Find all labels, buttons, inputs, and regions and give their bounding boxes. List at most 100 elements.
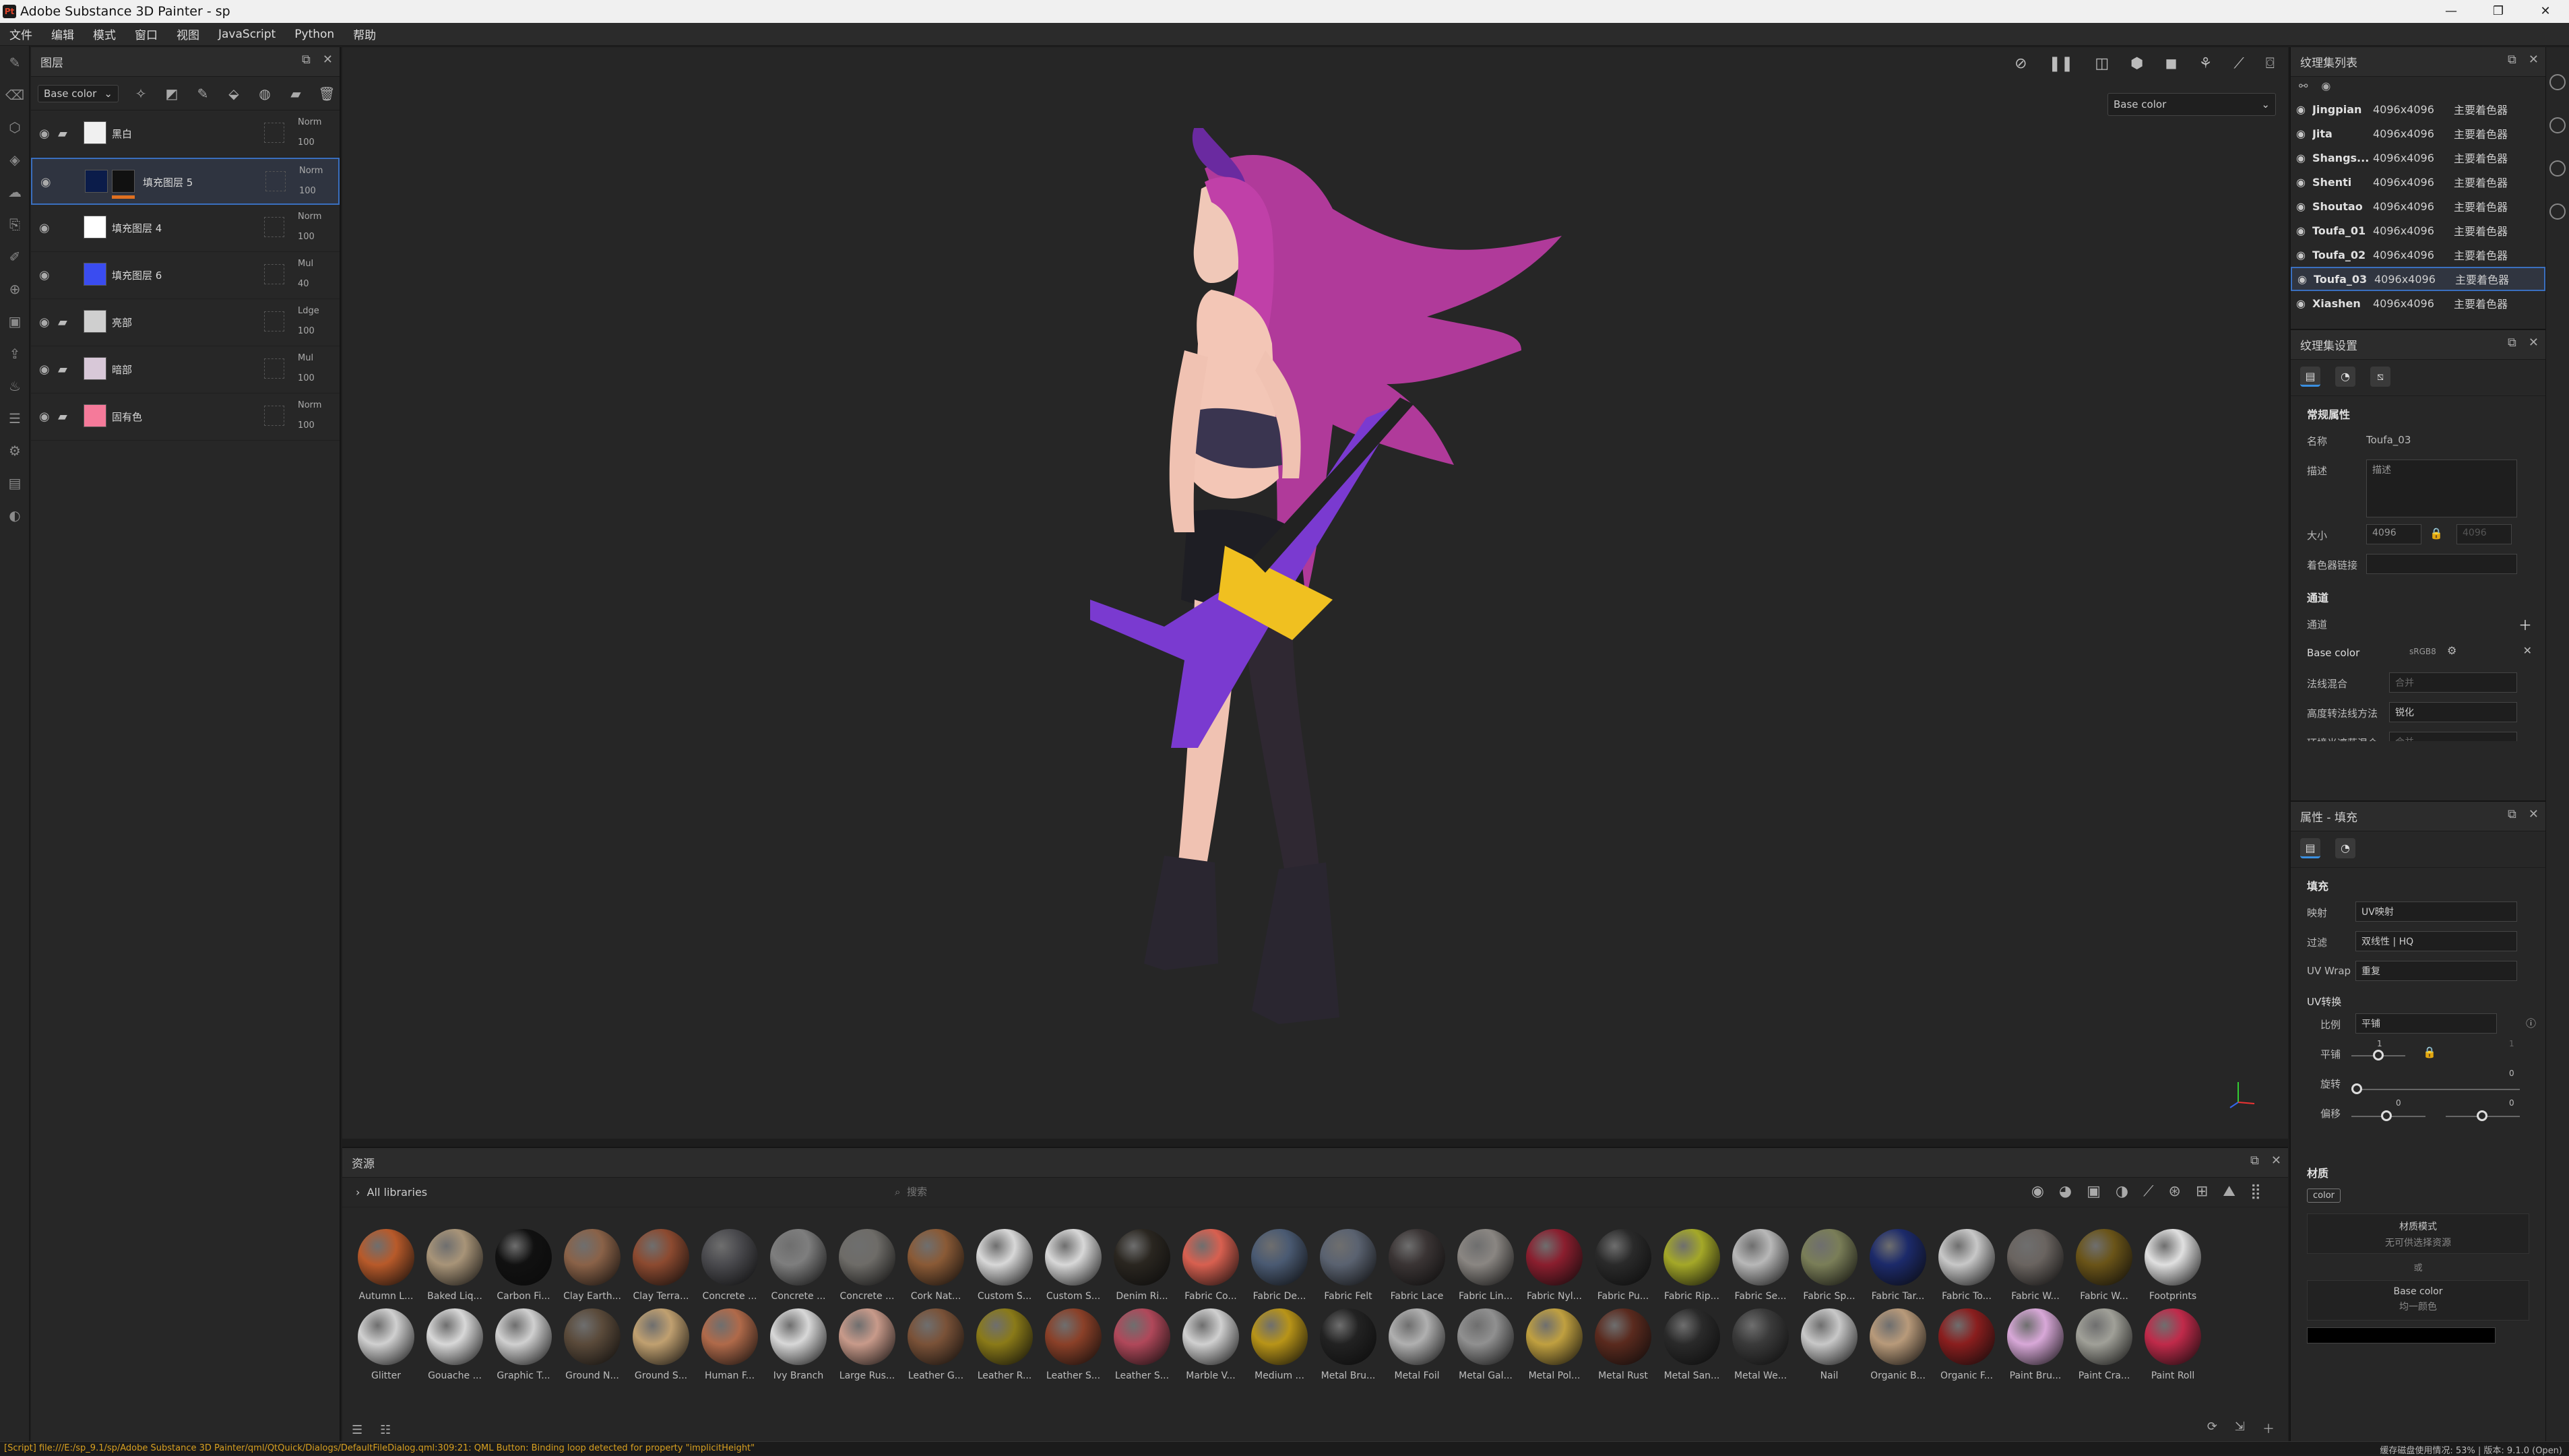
base-color-box[interactable]: Base color 均一颜色 bbox=[2307, 1280, 2529, 1321]
eye-icon[interactable]: ◉ bbox=[39, 315, 50, 329]
eye-icon[interactable]: ◉ bbox=[2296, 152, 2306, 164]
size-select[interactable]: 4096 bbox=[2366, 524, 2421, 544]
material-thumbnail[interactable]: Fabric Pu... bbox=[1589, 1229, 1657, 1302]
geometry-mask-icon[interactable]: ◈ bbox=[5, 150, 25, 170]
material-thumbnail[interactable]: Medium ... bbox=[1245, 1308, 1314, 1381]
eye-icon[interactable]: ◉ bbox=[2321, 80, 2330, 94]
material-thumbnail[interactable]: Fabric Co... bbox=[1176, 1229, 1245, 1302]
hide-icon[interactable]: ⊘ bbox=[2015, 55, 2027, 72]
material-thumbnail[interactable]: Fabric Nyl... bbox=[1520, 1229, 1589, 1302]
close-icon[interactable]: ✕ bbox=[2529, 336, 2539, 350]
settings-tab-uv[interactable]: ⧅ bbox=[2370, 367, 2390, 387]
environments-filter-icon[interactable]: ⛰ bbox=[2223, 1183, 2235, 1200]
textures-filter-icon[interactable]: ▣ bbox=[2087, 1183, 2101, 1200]
info-icon[interactable]: ⓘ bbox=[2526, 1016, 2536, 1030]
layer-mask-slot[interactable] bbox=[265, 171, 286, 191]
material-thumbnail[interactable]: Fabric Rip... bbox=[1657, 1229, 1726, 1302]
eye-icon[interactable]: ◉ bbox=[2296, 127, 2306, 140]
material-thumbnail[interactable]: Graphic T... bbox=[489, 1308, 558, 1381]
texture-set-row[interactable]: ◉ Shenti 4096x4096 主要着色器 bbox=[2291, 170, 2545, 194]
folder-icon[interactable]: ▰ bbox=[58, 315, 67, 329]
texture-set-shader[interactable]: 主要着色器 bbox=[2454, 295, 2508, 311]
menu-mode[interactable]: 模式 bbox=[84, 26, 125, 42]
texture-set-shader[interactable]: 主要着色器 bbox=[2454, 222, 2508, 239]
menu-window[interactable]: 窗口 bbox=[125, 26, 167, 42]
eye-icon[interactable]: ◉ bbox=[2297, 273, 2307, 286]
texture-set-shader[interactable]: 主要着色器 bbox=[2454, 125, 2508, 141]
layer-row[interactable]: ◉ ▰ 暗部 Mul 100 bbox=[31, 346, 340, 393]
material-thumbnail[interactable]: Metal We... bbox=[1726, 1308, 1795, 1381]
close-icon[interactable]: ✕ bbox=[323, 53, 333, 67]
material-thumbnail[interactable]: Concrete ... bbox=[833, 1229, 901, 1302]
add-mask-icon[interactable]: ◩ bbox=[163, 85, 181, 102]
add-icon[interactable]: ＋ bbox=[2262, 1420, 2275, 1437]
uvwrap-select[interactable]: 重复 bbox=[2355, 961, 2517, 981]
library-selector[interactable]: All libraries bbox=[367, 1186, 428, 1199]
viewport-3d[interactable]: ⊘ ❚❚ ◫ ⬢ ◼ ⚘ ⟋ ⌼ Base color ⌄ bbox=[342, 47, 2288, 1139]
color-tag[interactable]: color bbox=[2307, 1189, 2341, 1203]
eye-icon[interactable]: ◉ bbox=[2296, 200, 2306, 213]
material-thumbnail[interactable]: Paint Roll bbox=[2138, 1308, 2207, 1381]
import-icon[interactable]: ⇲ bbox=[2235, 1420, 2245, 1437]
brush-mode-icon[interactable]: ⟋ bbox=[2233, 55, 2244, 72]
eraser-icon[interactable]: ⌫ bbox=[5, 85, 25, 105]
brushes-filter-icon[interactable]: ⟋ bbox=[2143, 1183, 2153, 1200]
folder-icon[interactable]: ▰ bbox=[58, 410, 67, 424]
material-thumbnail[interactable]: Clay Earth... bbox=[558, 1229, 627, 1302]
shader-link-select[interactable] bbox=[2366, 554, 2517, 574]
float-icon[interactable]: ⧉ bbox=[2250, 1153, 2259, 1168]
export-icon[interactable]: ⇪ bbox=[5, 344, 25, 364]
float-icon[interactable]: ⧉ bbox=[2508, 807, 2516, 821]
view-2d-icon[interactable]: ◫ bbox=[2095, 55, 2109, 72]
grid-filter-icon[interactable]: ⊞ bbox=[2196, 1183, 2208, 1200]
material-thumbnail[interactable]: Fabric To... bbox=[1932, 1229, 2001, 1302]
rotate-slider[interactable] bbox=[2351, 1089, 2520, 1090]
shader-settings-icon[interactable]: ⚙ bbox=[5, 441, 25, 461]
material-thumbnail[interactable]: Fabric Felt bbox=[1314, 1229, 1383, 1302]
material-picker-icon[interactable]: ⊕ bbox=[5, 279, 25, 299]
display-icon[interactable] bbox=[2549, 203, 2566, 220]
material-thumbnail[interactable]: Metal Bru... bbox=[1314, 1308, 1383, 1381]
smudge-icon[interactable]: ☁ bbox=[5, 182, 25, 202]
material-thumbnail[interactable]: Concrete ... bbox=[695, 1229, 764, 1302]
folder-icon[interactable]: ▰ bbox=[58, 127, 67, 141]
layer-mask-slot[interactable] bbox=[264, 264, 284, 284]
layer-row[interactable]: ◉ 填充图层 4 Norm 100 bbox=[31, 205, 340, 252]
base-color-swatch[interactable] bbox=[2307, 1327, 2496, 1343]
material-thumbnail[interactable]: Fabric Tar... bbox=[1864, 1229, 1932, 1302]
camera-icon[interactable]: ◼ bbox=[2165, 55, 2177, 72]
layer-row[interactable]: ◉ ▰ 黑白 Norm 100 bbox=[31, 110, 340, 158]
opacity-value[interactable]: 40 bbox=[298, 279, 309, 289]
opacity-value[interactable]: 100 bbox=[298, 137, 315, 148]
view-3d-icon[interactable]: ⬢ bbox=[2130, 55, 2143, 72]
blend-mode-select[interactable]: Norm bbox=[298, 117, 321, 127]
smart-materials-filter-icon[interactable]: ◕ bbox=[2059, 1183, 2072, 1200]
rotate-slider-knob[interactable] bbox=[2351, 1083, 2362, 1094]
material-thumbnail[interactable]: Ivy Branch bbox=[764, 1308, 833, 1381]
material-thumbnail[interactable]: Large Rus... bbox=[833, 1308, 901, 1381]
material-thumbnail[interactable]: Carbon Fi... bbox=[489, 1229, 558, 1302]
chevron-right-icon[interactable]: › bbox=[356, 1186, 360, 1199]
material-thumbnail[interactable]: Fabric Sp... bbox=[1795, 1229, 1864, 1302]
lock-icon[interactable]: 🔒 bbox=[2430, 527, 2443, 540]
add-fill-layer-icon[interactable]: ⬙ bbox=[225, 85, 243, 102]
material-thumbnail[interactable]: Metal Gal... bbox=[1451, 1308, 1520, 1381]
material-thumbnail[interactable]: Metal Rust bbox=[1589, 1308, 1657, 1381]
eye-icon[interactable]: ◉ bbox=[39, 127, 50, 141]
menu-help[interactable]: 帮助 bbox=[344, 26, 385, 42]
material-thumbnail[interactable]: Marble V... bbox=[1176, 1308, 1245, 1381]
layer-mask-slot[interactable] bbox=[264, 217, 284, 237]
add-effect-icon[interactable]: ✧ bbox=[132, 85, 150, 102]
material-thumbnail[interactable]: Fabric Se... bbox=[1726, 1229, 1795, 1302]
material-thumbnail[interactable]: Organic F... bbox=[1932, 1308, 2001, 1381]
material-thumbnail[interactable]: Leather R... bbox=[970, 1308, 1039, 1381]
material-thumbnail[interactable]: Fabric W... bbox=[2070, 1229, 2138, 1302]
menu-javascript[interactable]: JavaScript bbox=[209, 28, 285, 41]
material-thumbnail[interactable]: Concrete ... bbox=[764, 1229, 833, 1302]
opacity-value[interactable]: 100 bbox=[298, 232, 315, 242]
close-window-button[interactable]: ✕ bbox=[2522, 0, 2569, 23]
offset-u-knob[interactable] bbox=[2381, 1110, 2392, 1121]
layer-channel-select[interactable]: Base color ⌄ bbox=[38, 84, 119, 102]
material-thumbnail[interactable]: Leather S... bbox=[1108, 1308, 1176, 1381]
material-thumbnail[interactable]: Ground S... bbox=[627, 1308, 695, 1381]
